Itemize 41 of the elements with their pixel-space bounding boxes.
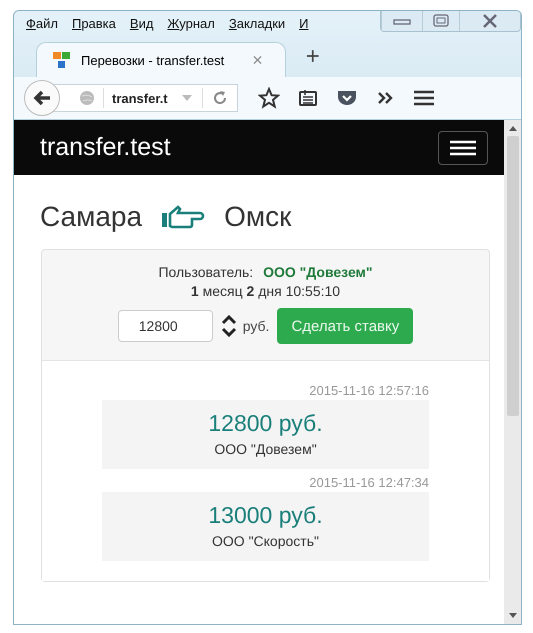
reading-list-icon[interactable] xyxy=(298,88,318,108)
menu-item[interactable]: Правка xyxy=(72,16,116,30)
amount-input[interactable]: 12800 xyxy=(118,310,213,342)
new-tab-button[interactable]: + xyxy=(306,43,320,71)
back-button[interactable] xyxy=(24,80,60,116)
bid-company: ООО "Довезем" xyxy=(214,441,317,457)
tab-title: Перевозки - transfer.test xyxy=(81,52,224,68)
scroll-down-icon[interactable] xyxy=(508,612,518,620)
scroll-up-icon[interactable] xyxy=(508,124,518,132)
menu-item[interactable]: Журнал xyxy=(167,16,215,30)
pointing-hand-icon xyxy=(160,204,206,230)
star-icon[interactable] xyxy=(258,87,280,109)
user-label: Пользователь: xyxy=(158,264,254,280)
bid-company: ООО "Скорость" xyxy=(212,533,319,549)
menu-item[interactable]: Файл xyxy=(26,16,58,30)
site-brand[interactable]: transfer.test xyxy=(40,133,171,162)
bid-timestamp: 2015-11-16 12:57:16 xyxy=(309,383,429,398)
menu-toggle-button[interactable] xyxy=(438,130,488,164)
origin-city: Самара xyxy=(40,201,142,233)
menu-item[interactable]: Закладки xyxy=(228,16,286,30)
menu-icon[interactable] xyxy=(412,89,436,107)
menu-item[interactable]: И xyxy=(299,16,308,30)
destination-city: Омск xyxy=(224,201,292,233)
bid-amount: 13000 руб. xyxy=(208,502,323,529)
bid-amount: 12800 руб. xyxy=(208,410,323,437)
reload-icon[interactable] xyxy=(211,90,229,106)
currency-label: руб. xyxy=(242,318,270,334)
overflow-icon[interactable] xyxy=(376,91,394,105)
menu-icon xyxy=(449,140,477,156)
pocket-icon[interactable] xyxy=(336,89,358,107)
user-name[interactable]: ООО "Довезем" xyxy=(263,264,373,280)
countdown-text: 1 месяц 2 дня 10:55:10 xyxy=(190,283,340,299)
back-arrow-icon xyxy=(32,89,52,107)
url-text: transfer.t xyxy=(112,90,169,106)
bid-timestamp: 2015-11-16 12:47:34 xyxy=(309,475,429,490)
menu-item[interactable]: Вид xyxy=(130,16,154,30)
browser-tab[interactable]: Перевозки - transfer.test × xyxy=(36,42,286,77)
site-icon xyxy=(53,51,71,69)
globe-icon xyxy=(79,90,95,106)
spinner-icon[interactable] xyxy=(220,314,237,338)
scrollbar[interactable] xyxy=(504,120,521,624)
